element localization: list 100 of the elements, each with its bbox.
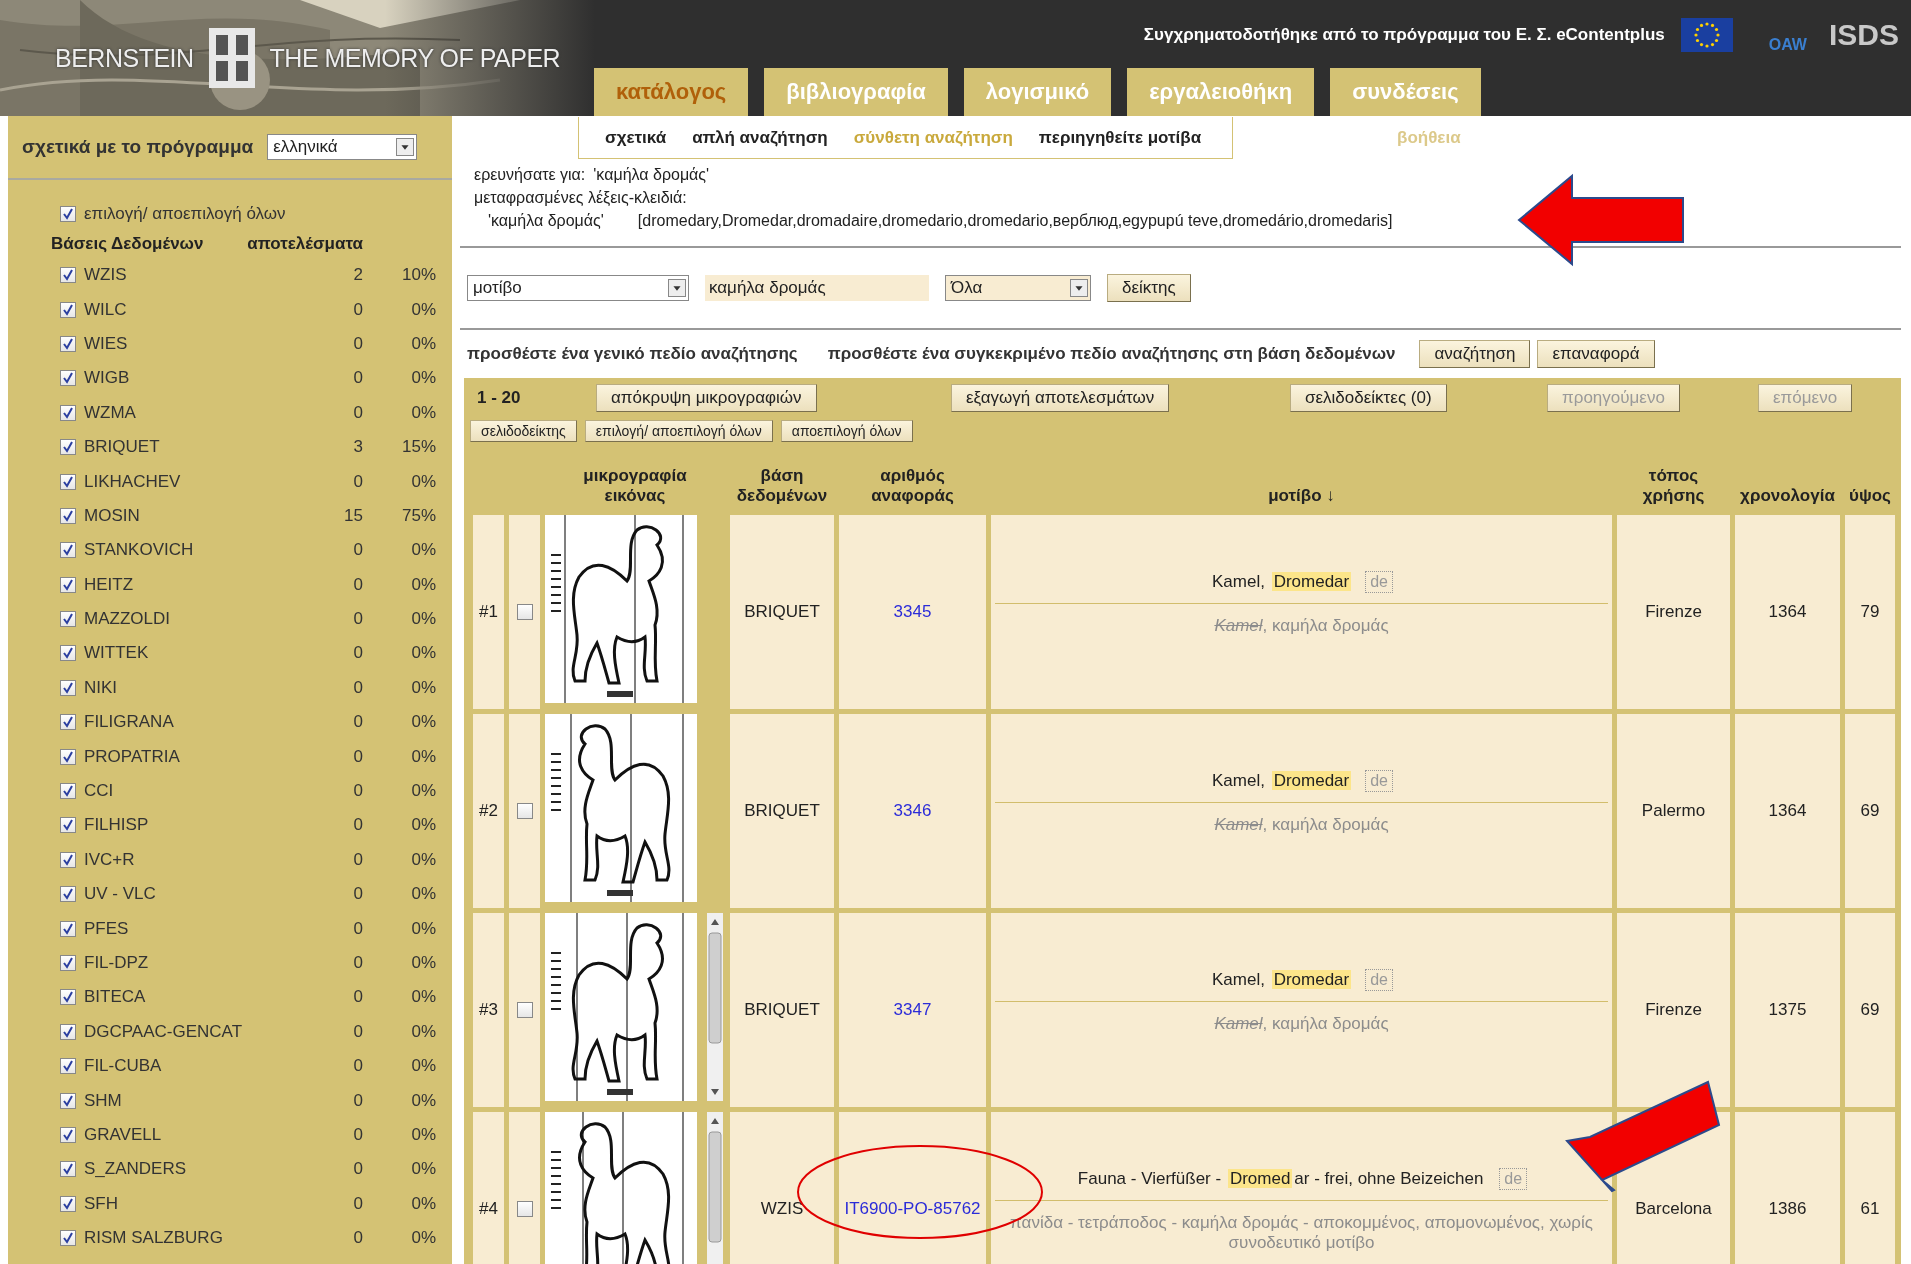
database-name: DGCPAAC-GENCAT (84, 1021, 244, 1042)
small-button[interactable]: σελιδοδείκτης (470, 420, 577, 442)
checkbox[interactable] (60, 542, 76, 559)
scrollbar[interactable] (707, 1112, 723, 1264)
reference-link[interactable]: 3346 (893, 801, 932, 821)
database-name: NIKI (84, 677, 119, 698)
checkbox[interactable] (60, 817, 76, 834)
checkbox[interactable] (60, 645, 76, 662)
database-name: PFES (84, 918, 130, 939)
translation-text: Kamel, καμήλα δρομάς (1213, 1014, 1390, 1034)
dropdown[interactable]: Όλα (945, 275, 1091, 301)
checkbox[interactable] (60, 507, 76, 524)
date-cell: 1364 (1735, 515, 1840, 709)
scrollbar[interactable] (707, 913, 723, 1101)
column-header[interactable]: μοτίβο ↓ (1268, 486, 1335, 510)
column-header: μικρογραφία εικόνας (583, 466, 687, 507)
motif-text: Fauna - Vierfüßer - Dromed ar - frei, ohne Beizeichen (1076, 1169, 1485, 1189)
checkbox[interactable] (60, 679, 76, 696)
row-number: #2 (473, 714, 504, 908)
checkbox[interactable] (60, 439, 76, 456)
database-name: MOSIN (84, 505, 141, 526)
reference-link[interactable]: 3345 (893, 602, 932, 622)
checkbox[interactable] (60, 576, 76, 593)
subnav-link[interactable]: απλή αναζήτηση (692, 127, 828, 148)
checkbox[interactable] (60, 920, 76, 937)
result-share: 0% (410, 781, 436, 802)
place-cell: Firenze (1617, 515, 1730, 709)
database-name: S_ZANDERS (84, 1159, 188, 1180)
column-header: χρονολογία (1740, 486, 1835, 507)
toolbar-button[interactable]: εξαγωγή αποτελεσμάτων (951, 384, 1170, 412)
checkbox[interactable] (60, 714, 76, 731)
checkbox[interactable] (60, 955, 76, 971)
checkbox[interactable] (60, 301, 76, 318)
result-share: 0% (410, 1090, 436, 1111)
height-cell: 69 (1845, 714, 1895, 908)
checkbox[interactable] (516, 604, 533, 620)
result-share: 0% (410, 1021, 436, 1042)
subnav-link[interactable]: σχετικά (605, 127, 667, 148)
checkbox[interactable] (60, 206, 76, 222)
dropdown[interactable]: ελληνικά (267, 134, 418, 160)
checkbox[interactable] (60, 473, 76, 490)
database-name: UV - VLC (84, 884, 157, 905)
caret-icon[interactable] (668, 279, 686, 297)
add-field-link[interactable]: προσθέστε ένα γενικό πεδίο αναζήτησης (467, 344, 798, 364)
result-count: 0 (352, 1056, 363, 1077)
checkbox[interactable] (60, 1092, 76, 1109)
small-button[interactable]: αποεπιλογή όλων (780, 420, 913, 442)
translation-text: πανίδα - τετράποδος - καμήλα δρομάς - αποκομμένος, απομονωμένος, χωρίς συνοδευτικό μοτίβο (1009, 1213, 1594, 1253)
result-share: 0% (410, 1228, 436, 1249)
database-name: BRIQUET (84, 437, 161, 458)
checkbox[interactable] (60, 335, 76, 352)
database-name: FIL-CUBA (84, 1056, 163, 1077)
checkbox[interactable] (516, 1201, 533, 1217)
database-name: WIGB (84, 368, 131, 389)
add-field-link[interactable]: προσθέστε ένα συγκεκριμένο πεδίο αναζήτησης στη βάση δεδομένων (827, 344, 1396, 364)
toolbar-button[interactable]: απόκρυψη μικρογραφιών (596, 384, 817, 412)
checkbox[interactable] (516, 1002, 533, 1018)
result-count: 0 (352, 333, 363, 354)
small-button[interactable]: επιλογή/ αποεπιλογή όλων (584, 420, 773, 442)
database-cell: BRIQUET (730, 913, 834, 1107)
checkbox[interactable] (60, 1023, 76, 1040)
flag-icon (1680, 18, 1733, 52)
result-share: 0% (410, 1193, 436, 1214)
checkbox[interactable] (60, 1195, 76, 1212)
column-header: Βάσεις Δεδομένων (51, 234, 204, 254)
result-share: 15% (400, 437, 436, 458)
checkbox[interactable] (516, 803, 533, 819)
checkbox[interactable] (60, 370, 76, 387)
caret-icon[interactable] (396, 138, 415, 156)
caret-icon[interactable] (1070, 279, 1088, 297)
checkbox-label: επιλογή/ αποεπιλογή όλων (84, 204, 287, 224)
action-button[interactable]: επαναφορά (1537, 340, 1655, 368)
reference-link[interactable]: IT6900-PO-85762 (844, 1199, 981, 1219)
checkbox[interactable] (60, 1161, 76, 1178)
index-button[interactable]: δείκτης (1107, 274, 1191, 302)
checkbox[interactable] (60, 783, 76, 800)
database-name: RISM SALZBURG (84, 1228, 224, 1249)
checkbox[interactable] (60, 989, 76, 1006)
checkbox[interactable] (60, 748, 76, 765)
subnav-link[interactable]: περιηγηθείτε μοτίβα (1038, 127, 1202, 148)
result-count: 0 (352, 1193, 363, 1214)
checkbox[interactable] (60, 851, 76, 868)
result-share: 0% (410, 918, 436, 939)
result-range: 1 - 20 (476, 388, 522, 408)
search-field[interactable]: καμήλα δρομάς (705, 275, 929, 301)
checkbox[interactable] (60, 1230, 76, 1247)
checkbox[interactable] (60, 404, 76, 421)
result-share: 0% (410, 471, 436, 492)
row-number: #4 (473, 1112, 504, 1264)
checkbox[interactable] (60, 267, 76, 284)
checkbox[interactable] (60, 886, 76, 903)
toolbar-button[interactable]: σελιδοδείκτες (0) (1290, 384, 1447, 412)
checkbox[interactable] (60, 611, 76, 628)
checkbox[interactable] (60, 1126, 76, 1143)
action-button[interactable]: αναζήτηση (1419, 340, 1531, 368)
reference-link[interactable]: 3347 (893, 1000, 932, 1020)
partner-logo[interactable]: ISDS (1828, 18, 1899, 52)
checkbox[interactable] (60, 1058, 76, 1075)
dropdown[interactable]: μοτίβο (467, 275, 689, 301)
result-count: 0 (352, 609, 363, 630)
